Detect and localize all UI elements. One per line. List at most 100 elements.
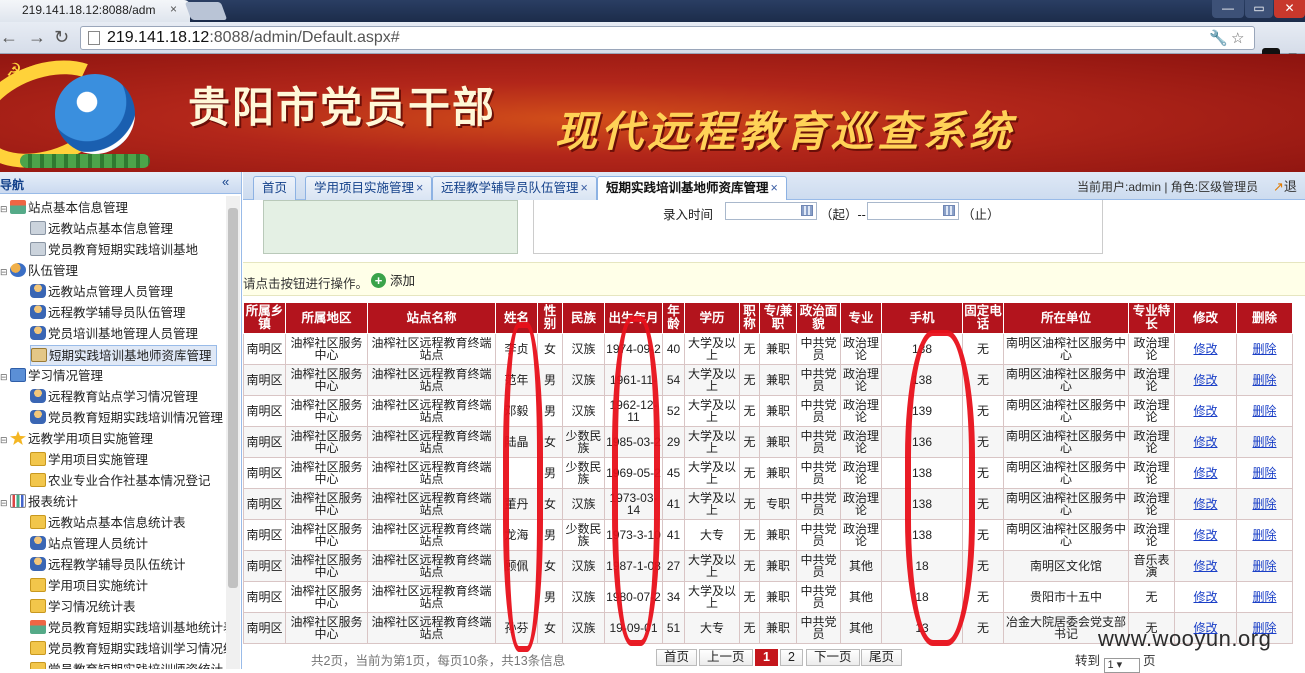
edit-link[interactable]: 修改 [1193, 466, 1217, 480]
page-2-button[interactable]: 2 [780, 649, 803, 666]
sidebar-item[interactable]: 远教站点管理人员管理 [30, 282, 173, 303]
table-cell: 汉族 [562, 612, 605, 644]
cell-text: 1969-05-2 [606, 467, 661, 479]
goto-page-select[interactable]: 1 ▾ [1103, 658, 1140, 673]
filter-textarea[interactable] [263, 200, 518, 254]
edit-link[interactable]: 修改 [1193, 528, 1217, 542]
sidebar-item[interactable]: 党员教育短期实践培训师资统计 [30, 660, 223, 669]
table-cell: 油榨社区服务中心 [285, 395, 368, 427]
next-page-button[interactable]: 下一页 [806, 649, 860, 666]
sidebar-item[interactable]: 党员教育短期实践培训基地 [30, 240, 198, 261]
sidebar-item[interactable]: 站点管理人员统计 [30, 534, 148, 555]
minimize-button[interactable]: — [1212, 0, 1244, 18]
edit-link[interactable]: 修改 [1193, 373, 1217, 387]
address-bar[interactable]: 219.141.18.12:8088/admin/Default.aspx# 🔧… [80, 26, 1255, 50]
sidebar-item[interactable]: 党员教育短期实践培训学习情况统 [30, 639, 236, 660]
sidebar-item[interactable]: 远程教育站点学习情况管理 [30, 387, 198, 408]
sidebar-item[interactable]: 学用项目实施统计 [30, 576, 148, 597]
sidebar-item[interactable]: 学用项目实施管理 [30, 450, 148, 471]
sidebar-item[interactable]: 远教站点基本信息管理 [30, 219, 173, 240]
delete-link[interactable]: 删除 [1252, 466, 1276, 480]
expand-toggle-icon[interactable]: ⊟ [0, 199, 10, 220]
delete-link[interactable]: 删除 [1252, 559, 1276, 573]
page-tab-label: 学用项目实施管理 [314, 181, 415, 195]
delete-link[interactable]: 删除 [1252, 435, 1276, 449]
edit-link[interactable]: 修改 [1193, 342, 1217, 356]
delete-link[interactable]: 删除 [1252, 404, 1276, 418]
cell-text: 油榨社区服务中心 [290, 337, 363, 361]
sidebar-item[interactable]: 远教站点基本信息统计表 [30, 513, 186, 534]
maximize-button[interactable]: ▭ [1245, 0, 1273, 18]
sidebar-item[interactable]: 短期实践培训基地师资库管理 [30, 345, 217, 366]
table-cell: 中共党员 [796, 395, 841, 427]
entry-time-to-input[interactable] [867, 202, 959, 220]
prev-page-button[interactable]: 上一页 [699, 649, 753, 666]
cell-text: 无 [976, 374, 989, 386]
sidebar-item[interactable]: 远程教学辅导员队伍管理 [30, 303, 186, 324]
expand-toggle-icon[interactable]: ⊟ [0, 367, 10, 388]
calendar-icon[interactable] [943, 205, 955, 216]
sidebar-item[interactable]: 学习情况统计表 [30, 597, 136, 618]
sidebar-item[interactable]: 党员教育短期实践培训情况管理 [30, 408, 223, 429]
expand-toggle-icon[interactable]: ⊟ [0, 262, 10, 283]
back-icon[interactable]: ← [0, 28, 18, 46]
delete-link[interactable]: 删除 [1252, 497, 1276, 511]
sidebar-item[interactable]: 农业专业合作社基本情况登记 [30, 471, 211, 492]
expand-toggle-icon[interactable]: ⊟ [0, 493, 10, 514]
table-cell: 南明区油榨社区服务中心 [1003, 519, 1129, 551]
sidebar-item[interactable]: 远程教学辅导员队伍统计 [30, 555, 186, 576]
close-tab-icon[interactable]: × [170, 2, 177, 16]
forward-icon[interactable]: → [28, 28, 46, 46]
edit-link[interactable]: 修改 [1193, 559, 1217, 573]
edit-link[interactable]: 修改 [1193, 497, 1217, 511]
cell-text: 1973-03-14 [609, 492, 658, 516]
sidebar-item[interactable]: ⊟ 报表统计 [0, 492, 78, 513]
expand-toggle-icon[interactable]: ⊟ [0, 430, 10, 451]
toolbar-hint-bar: 请点击按钮进行操作。 + 添加 [243, 262, 1305, 296]
wrench-icon[interactable]: 🔧 [1209, 29, 1228, 47]
table-cell: 41 [662, 488, 685, 520]
delete-link[interactable]: 删除 [1252, 590, 1276, 604]
add-button[interactable]: + 添加 [371, 270, 415, 289]
sidebar-title: 导航 [0, 178, 25, 192]
bookmark-star-icon[interactable]: ☆ [1231, 29, 1244, 47]
sidebar-item[interactable]: 党员教育短期实践培训基地统计表 [30, 618, 236, 639]
close-tab-icon[interactable]: × [771, 181, 778, 195]
edit-link[interactable]: 修改 [1193, 404, 1217, 418]
edit-link[interactable]: 修改 [1193, 435, 1217, 449]
last-page-button[interactable]: 尾页 [861, 649, 903, 666]
browser-tab[interactable]: 219.141.18.12:8088/adm × [0, 0, 190, 22]
sidebar-item[interactable]: ⊟ 队伍管理 [0, 261, 78, 282]
new-tab-button[interactable] [184, 2, 228, 20]
entry-time-from-input[interactable] [725, 202, 817, 220]
calendar-icon[interactable] [801, 205, 813, 216]
delete-link[interactable]: 删除 [1252, 342, 1276, 356]
delete-link[interactable]: 删除 [1252, 373, 1276, 387]
collapse-sidebar-icon[interactable]: « [222, 174, 229, 189]
sidebar-item[interactable]: 党员培训基地管理人员管理 [30, 324, 198, 345]
sidebar-item[interactable]: ⊟ 远教学用项目实施管理 [0, 429, 153, 450]
page-tab[interactable]: 远程教学辅导员队伍管理 × [432, 176, 597, 200]
close-window-button[interactable]: ✕ [1274, 0, 1305, 18]
logout-button[interactable]: ↗退 [1273, 176, 1297, 195]
table-cell: 其他 [840, 550, 882, 582]
close-tab-icon[interactable]: × [416, 181, 423, 195]
sidebar-scroll-thumb[interactable] [228, 208, 238, 588]
sidebar-item[interactable]: ⊟ 站点基本信息管理 [0, 198, 128, 219]
table-cell: 政治理论 [1128, 333, 1175, 365]
sidebar-scrollbar[interactable] [226, 196, 240, 669]
cell-text: 南明区油榨社区服务中心 [1005, 337, 1126, 361]
cell-text: 138 [911, 467, 933, 479]
close-tab-icon[interactable]: × [581, 181, 588, 195]
sidebar-item[interactable]: ⊟ 学习情况管理 [0, 366, 103, 387]
edit-link[interactable]: 修改 [1193, 590, 1217, 604]
page-tab[interactable]: 首页 [253, 176, 297, 200]
delete-link[interactable]: 删除 [1252, 528, 1276, 542]
first-page-button[interactable]: 首页 [656, 649, 698, 666]
reload-icon[interactable]: ↻ [54, 28, 69, 46]
page-tab[interactable]: 学用项目实施管理 × [305, 176, 433, 200]
table-cell: 政治理论 [840, 519, 882, 551]
table-row: 南明区 油榨社区服务中心 油榨社区远程教育终端站点 邓毅男汉族 1962-12-11 52… [243, 395, 1293, 427]
page-1-button[interactable]: 1 [755, 649, 778, 666]
page-tab[interactable]: 短期实践培训基地师资库管理 × [597, 176, 787, 201]
